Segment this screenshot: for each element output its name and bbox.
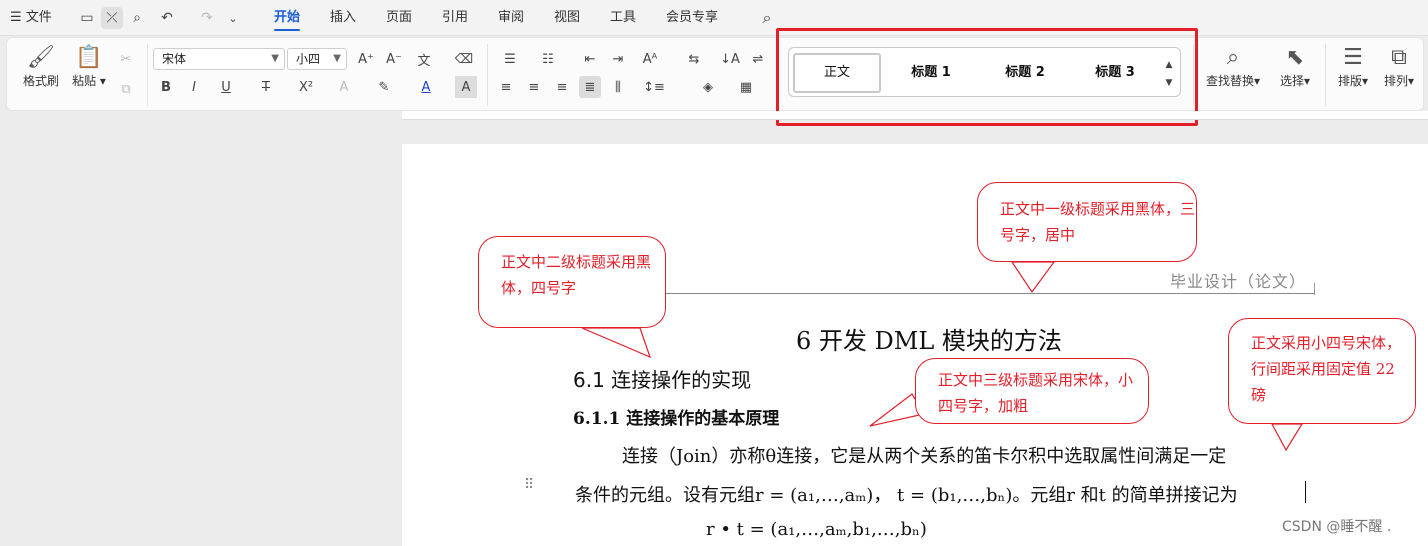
callout-2-pointer	[581, 327, 652, 359]
callout-heading-3-note: 正文中三级标题采用宋体，小四号字，加粗	[915, 358, 1149, 424]
callout-4-pointer	[1270, 423, 1304, 452]
callout-heading-1-note: 正文中一级标题采用黑体，三号字，居中	[977, 182, 1197, 262]
watermark: CSDN @睡不醒 .	[1282, 519, 1392, 535]
callout-body-text-note: 正文采用小四号宋体，行间距采用固定值 22 磅	[1228, 318, 1416, 424]
callout-pointers	[581, 261, 1304, 452]
callout-1-pointer	[1010, 261, 1056, 294]
callout-heading-2-note: 正文中二级标题采用黑体，四号字	[478, 236, 666, 328]
